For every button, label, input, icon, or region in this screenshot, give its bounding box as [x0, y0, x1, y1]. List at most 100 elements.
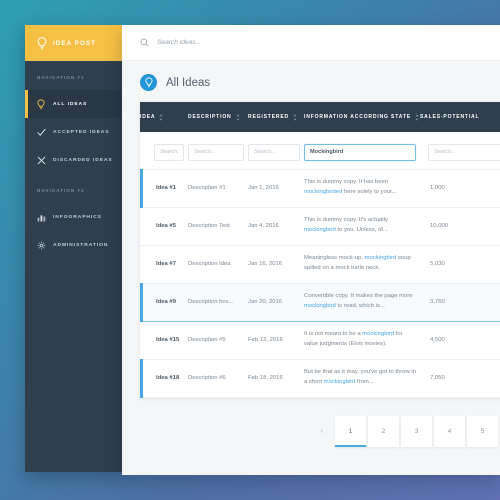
filter-input-registered[interactable] [248, 143, 300, 161]
ideas-table-card: IDEA DESCRIPTION REGISTERED INFORMATION … [140, 102, 500, 398]
sidebar-item-label: ADMINISTRATION [53, 242, 109, 248]
cell-sales-potential: 1,000 [420, 168, 500, 208]
filter-input-idea[interactable] [154, 143, 184, 161]
brand-logo[interactable]: IDEA POST [25, 25, 122, 61]
info-prefix: It is not meant to be a [304, 331, 363, 338]
sidebar-item-all-ideas[interactable]: ALL IDEAS [25, 90, 122, 118]
cell-idea: Idea #18 [140, 358, 188, 398]
cell-sales-potential: 7,050 [420, 358, 500, 398]
pagination-prev-button[interactable]: ‹ [321, 428, 335, 435]
sidebar-item-infographics[interactable]: INFOGRAPHICS [25, 203, 122, 231]
cell-registered: Jan 1, 2016 [248, 168, 304, 208]
table-body: Idea #1 Description #1 Jan 1, 2016 This … [140, 168, 500, 398]
cell-idea: Idea #9 [140, 282, 188, 322]
column-header-information[interactable]: INFORMATION ACCORDING STATE [304, 102, 420, 132]
cell-description: Description hov... [188, 282, 248, 322]
cell-sales-potential: 10,000 [420, 206, 500, 246]
sidebar-item-label: ACCEPTED IDEAS [53, 129, 110, 135]
filter-cell-information [304, 132, 420, 169]
filter-input-sales-potential[interactable] [428, 143, 500, 161]
cell-description: Description #1 [188, 168, 248, 208]
sidebar-item-administration[interactable]: ADMINISTRATION [25, 231, 122, 259]
brand-name: IDEA POST [53, 39, 97, 47]
cell-registered: Jan 20, 2016 [248, 282, 304, 322]
info-link[interactable]: mockingbird [304, 303, 336, 309]
main-content: All Ideas IDEA [122, 25, 500, 475]
cell-information: This is dummy copy. It's actually mockin… [304, 206, 420, 246]
search-icon [140, 34, 149, 52]
cell-description: Description Idea [188, 244, 248, 284]
cell-idea: Idea #5 [140, 206, 188, 246]
table-row[interactable]: Idea #5 Description Text Jan 4, 2016 Thi… [140, 206, 500, 246]
check-icon [37, 128, 49, 137]
info-link[interactable]: mockingbirded [304, 189, 342, 195]
column-header-registered[interactable]: REGISTERED [248, 102, 304, 132]
cell-information: Convertible copy. It makes the page more… [304, 282, 420, 322]
close-x-icon [37, 156, 49, 165]
column-header-idea[interactable]: IDEA [140, 102, 188, 132]
table-row[interactable]: Idea #18 Description #6 Feb 18, 2016 But… [140, 358, 500, 398]
info-suffix: here solely to your... [342, 189, 397, 195]
cell-information: But be that as it may, you've got to thr… [304, 358, 420, 398]
cell-information: Meaningless mock-up, mockingbird soup sp… [304, 244, 420, 284]
sidebar-item-discarded-ideas[interactable]: DISCARDED IDEAS [25, 146, 122, 174]
cell-sales-potential: 3,750 [420, 282, 500, 322]
column-header-label: INFORMATION ACCORDING STATE [304, 114, 411, 120]
cell-idea: Idea #15 [140, 320, 188, 360]
cell-registered: Feb 12, 2016 [248, 320, 304, 360]
table-row[interactable]: Idea #7 Description Idea Jan 16, 2016 Me… [140, 244, 500, 284]
cell-sales-potential: 4,500 [420, 320, 500, 360]
sidebar-item-label: ALL IDEAS [53, 101, 88, 107]
topbar [122, 25, 500, 61]
column-header-description[interactable]: DESCRIPTION [188, 102, 248, 132]
info-link[interactable]: mockingbird [324, 379, 356, 385]
ideas-table: IDEA DESCRIPTION REGISTERED INFORMATION … [140, 102, 500, 398]
cell-information: This is dummy copy. It has been mockingb… [304, 168, 420, 208]
search-input[interactable] [157, 39, 357, 46]
column-header-label: SALES-POTENTIAL [420, 114, 480, 120]
table-filter-body [140, 132, 500, 169]
cell-idea: Idea #7 [140, 244, 188, 284]
pagination-page-2[interactable]: 2 [368, 415, 399, 447]
lightbulb-icon [37, 36, 47, 49]
filter-input-description[interactable] [188, 143, 244, 161]
table-row[interactable]: Idea #1 Description #1 Jan 1, 2016 This … [140, 168, 500, 208]
lightbulb-icon [37, 98, 49, 110]
sidebar-item-accepted-ideas[interactable]: ACCEPTED IDEAS [25, 118, 122, 146]
pagination-page-1[interactable]: 1 [335, 415, 366, 447]
table-head: IDEA DESCRIPTION REGISTERED INFORMATION … [140, 102, 500, 132]
pagination-page-5[interactable]: 5 [467, 415, 498, 447]
app-window: IDEA POST NAVIGATION #1 ALL IDEAS ACCEPT… [25, 25, 500, 475]
info-prefix: This is dummy copy. It has been [304, 179, 389, 186]
info-prefix: Convertible copy. It makes the page more [304, 293, 413, 300]
cell-description: Description #6 [188, 358, 248, 398]
info-prefix: Meaningless mock-up, [304, 255, 365, 262]
filter-cell-registered [248, 132, 304, 169]
info-link[interactable]: mockingbird [362, 331, 394, 337]
table-row-selected[interactable]: Idea #9 Description hov... Jan 20, 2016 … [140, 282, 500, 322]
info-link[interactable]: mockingbird [304, 227, 336, 233]
cell-sales-potential: 5,030 [420, 244, 500, 284]
cell-registered: Jan 4, 2016 [248, 206, 304, 246]
info-suffix: to you. Unless, of... [335, 227, 388, 233]
column-header-label: REGISTERED [248, 114, 290, 120]
lightbulb-icon [140, 74, 157, 91]
sidebar: IDEA POST NAVIGATION #1 ALL IDEAS ACCEPT… [25, 25, 122, 472]
info-suffix: from... [355, 379, 374, 385]
table-row[interactable]: Idea #15 Description #5 Feb 12, 2016 It … [140, 320, 500, 360]
cell-description: Description #5 [188, 320, 248, 360]
filter-input-information[interactable] [304, 143, 416, 161]
cell-information: It is not meant to be a mockingbird for … [304, 320, 420, 360]
column-header-label: DESCRIPTION [188, 114, 232, 120]
filter-cell-idea [140, 132, 188, 169]
info-prefix: This is dummy copy. It's actually [304, 217, 388, 224]
info-link[interactable]: mockingbird [365, 255, 397, 261]
info-suffix: to read, which is... [335, 303, 385, 309]
pagination-page-4[interactable]: 4 [434, 415, 465, 447]
sidebar-item-label: DISCARDED IDEAS [53, 157, 113, 163]
nav-section-title-1: NAVIGATION #1 [37, 75, 85, 80]
cell-idea: Idea #1 [140, 168, 188, 208]
pagination-page-3[interactable]: 3 [401, 415, 432, 447]
table-header-row: IDEA DESCRIPTION REGISTERED INFORMATION … [140, 102, 500, 132]
column-header-sales-potential[interactable]: SALES-POTENTIAL [420, 102, 500, 132]
